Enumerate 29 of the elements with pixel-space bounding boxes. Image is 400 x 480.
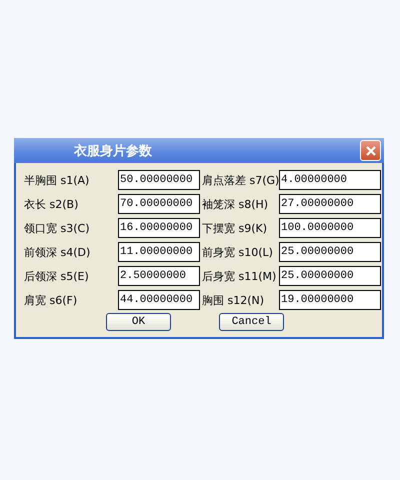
field-label: 衣长 s2(B) bbox=[24, 196, 80, 212]
field-label: 胸围 s12(N) bbox=[202, 292, 266, 308]
field-label: 肩宽 s6(F) bbox=[24, 292, 78, 308]
input-field[interactable]: 4.00000000 bbox=[279, 170, 381, 190]
input-field[interactable]: 2.50000000 bbox=[118, 266, 200, 286]
field-label: 下摆宽 s9(K) bbox=[202, 220, 268, 236]
field-label: 前领深 s4(D) bbox=[24, 244, 92, 260]
input-field[interactable]: 70.00000000 bbox=[118, 194, 200, 214]
field-label: 半胸围 s1(A) bbox=[24, 172, 90, 188]
window-title: 衣服身片参数 bbox=[74, 142, 152, 160]
field-label: 领口宽 s3(C) bbox=[24, 220, 90, 236]
input-field[interactable]: 25.00000000 bbox=[279, 266, 381, 286]
input-field[interactable]: 25.00000000 bbox=[279, 242, 381, 262]
input-field[interactable]: 11.00000000 bbox=[118, 242, 200, 262]
input-field[interactable]: 16.00000000 bbox=[118, 218, 200, 238]
close-button[interactable] bbox=[360, 140, 381, 161]
input-field[interactable]: 19.00000000 bbox=[279, 290, 381, 310]
field-label: 后身宽 s11(M) bbox=[202, 268, 277, 284]
input-field[interactable]: 50.00000000 bbox=[118, 170, 200, 190]
close-icon bbox=[364, 144, 376, 156]
input-field[interactable]: 27.00000000 bbox=[279, 194, 381, 214]
input-field[interactable]: 44.00000000 bbox=[118, 290, 200, 310]
cancel-button[interactable]: Cancel bbox=[219, 313, 284, 331]
field-label: 后领深 s5(E) bbox=[24, 268, 90, 284]
field-label: 前身宽 s10(L) bbox=[202, 244, 274, 260]
field-label: 袖笼深 s8(H) bbox=[202, 196, 270, 212]
ok-button[interactable]: OK bbox=[106, 313, 171, 331]
input-field[interactable]: 100.0000000 bbox=[279, 218, 381, 238]
field-label: 肩点落差 s7(G) bbox=[202, 172, 277, 188]
